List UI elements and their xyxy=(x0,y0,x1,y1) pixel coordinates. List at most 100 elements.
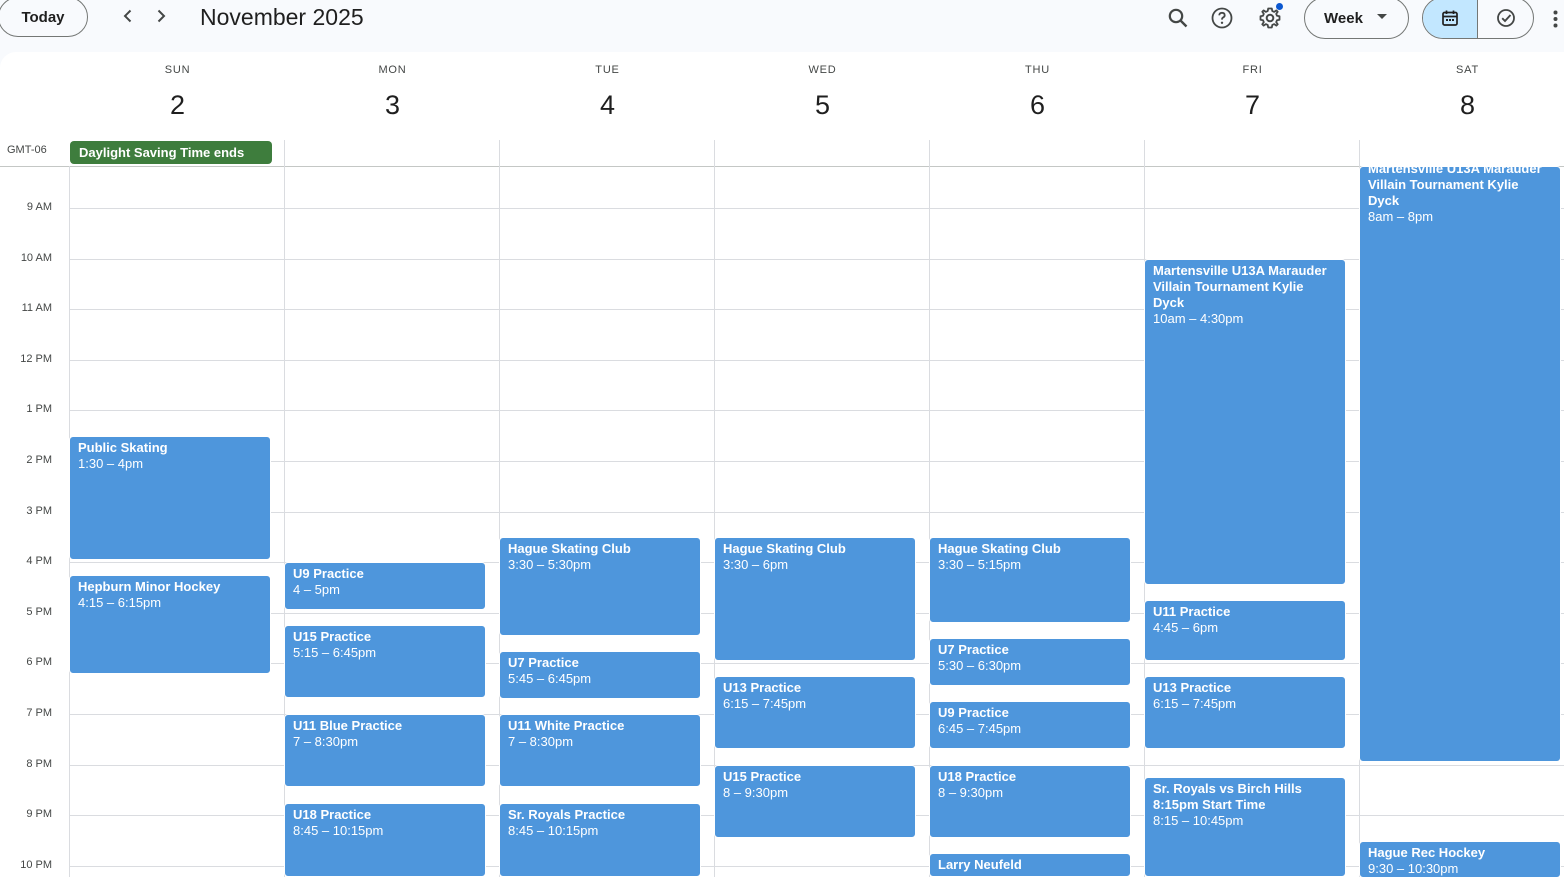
calendar-event[interactable]: Larry Neufeld xyxy=(929,853,1131,877)
event-time: 8:45 – 10:15pm xyxy=(293,823,384,838)
today-button[interactable]: Today xyxy=(0,0,88,37)
view-selector-label: Week xyxy=(1324,9,1363,27)
day-of-week: MON xyxy=(378,64,407,76)
day-header-mon[interactable]: MON 3 xyxy=(285,52,500,140)
day-header-sat[interactable]: SAT 8 xyxy=(1360,52,1564,140)
event-time: 8 – 9:30pm xyxy=(938,785,1004,800)
view-selector[interactable]: Week xyxy=(1304,0,1409,39)
event-title: U15 Practice xyxy=(293,629,372,644)
calendar-event[interactable]: Hague Skating Club 3:30 – 5:30pm xyxy=(499,537,701,636)
calendar-event[interactable]: U9 Practice 4 – 5pm xyxy=(284,562,486,610)
event-time: 1:30 – 4pm xyxy=(78,456,144,471)
day-number[interactable]: 8 xyxy=(1360,90,1564,121)
hour-label: 12 PM xyxy=(20,353,52,365)
hour-label: 3 PM xyxy=(26,505,52,517)
hour-label: 9 PM xyxy=(26,808,52,820)
day-of-week: WED xyxy=(808,64,837,76)
hour-gridline xyxy=(70,208,1564,209)
event-title: Martensville U13A Marauder Villain Tourn… xyxy=(1368,166,1542,208)
event-time: 9:30 – 10:30pm xyxy=(1368,861,1459,876)
calendar-event[interactable]: U13 Practice 6:15 – 7:45pm xyxy=(714,676,916,749)
hour-label: 4 PM xyxy=(26,555,52,567)
event-time: 4 – 5pm xyxy=(293,582,340,597)
day-of-week: SUN xyxy=(164,64,191,76)
event-time: 3:30 – 5:15pm xyxy=(938,557,1022,572)
calendar-event[interactable]: U18 Practice 8:45 – 10:15pm xyxy=(284,803,486,877)
apps-icon xyxy=(1553,10,1558,28)
day-number[interactable]: 2 xyxy=(70,90,285,121)
day-header-tue[interactable]: TUE 4 xyxy=(500,52,715,140)
calendar-event[interactable]: U13 Practice 6:15 – 7:45pm xyxy=(1144,676,1346,749)
day-number[interactable]: 3 xyxy=(285,90,500,121)
event-title: U11 White Practice xyxy=(508,718,625,733)
event-title: Sr. Royals Practice xyxy=(508,807,626,822)
day-number[interactable]: 7 xyxy=(1145,90,1360,121)
event-title: Martensville U13A Marauder Villain Tourn… xyxy=(1153,263,1327,310)
hour-label: 9 AM xyxy=(26,201,52,213)
calendar-event[interactable]: U7 Practice 5:30 – 6:30pm xyxy=(929,638,1131,686)
hour-label: 7 PM xyxy=(26,707,52,719)
event-title: Sr. Royals vs Birch Hills 8:15pm Start T… xyxy=(1153,781,1302,812)
next-week-button[interactable] xyxy=(147,2,175,30)
calendar-event[interactable]: U11 White Practice 7 – 8:30pm xyxy=(499,714,701,787)
event-time: 4:15 – 6:15pm xyxy=(78,595,162,610)
day-number[interactable]: 5 xyxy=(715,90,930,121)
tasks-view-button[interactable] xyxy=(1478,0,1533,38)
notification-dot xyxy=(1276,3,1283,10)
search-icon xyxy=(1168,8,1188,28)
day-header-sun[interactable]: SUN 2 xyxy=(70,52,285,140)
day-number[interactable]: 4 xyxy=(500,90,715,121)
calendar-event[interactable]: U15 Practice 5:15 – 6:45pm xyxy=(284,625,486,698)
chevron-left-icon xyxy=(123,9,132,23)
calendar-view-button[interactable] xyxy=(1423,0,1479,38)
event-time: 8:15 – 10:45pm xyxy=(1153,813,1244,828)
calendar-event[interactable]: Hague Skating Club 3:30 – 6pm xyxy=(714,537,916,661)
event-time: 6:15 – 7:45pm xyxy=(1153,696,1237,711)
event-title: Public Skating xyxy=(78,440,168,455)
event-title: U7 Practice xyxy=(938,642,1009,657)
allday-event[interactable]: Daylight Saving Time ends xyxy=(70,141,272,164)
event-title: Larry Neufeld xyxy=(938,857,1022,872)
event-title: U9 Practice xyxy=(293,566,364,581)
event-time: 7 – 8:30pm xyxy=(508,734,574,749)
day-number[interactable]: 6 xyxy=(930,90,1145,121)
calendar-event[interactable]: U15 Practice 8 – 9:30pm xyxy=(714,765,916,838)
calendar-event[interactable]: U9 Practice 6:45 – 7:45pm xyxy=(929,701,1131,749)
calendar-event[interactable]: Martensville U13A Marauder Villain Tourn… xyxy=(1359,166,1561,762)
previous-week-button[interactable] xyxy=(114,2,142,30)
caret-down-icon xyxy=(1377,14,1387,19)
calendar-event[interactable]: U11 Practice 4:45 – 6pm xyxy=(1144,600,1346,661)
timezone-label: GMT-06 xyxy=(7,144,47,156)
calendar-event[interactable]: Sr. Royals vs Birch Hills 8:15pm Start T… xyxy=(1144,777,1346,877)
event-title: U18 Practice xyxy=(293,807,372,822)
help-button[interactable] xyxy=(1206,2,1238,34)
calendar-event[interactable]: Hague Skating Club 3:30 – 5:15pm xyxy=(929,537,1131,623)
hour-label: 10 PM xyxy=(20,859,52,871)
calendar-event[interactable]: U18 Practice 8 – 9:30pm xyxy=(929,765,1131,838)
calendar-event[interactable]: Public Skating 1:30 – 4pm xyxy=(69,436,271,560)
chevron-right-icon xyxy=(157,9,166,23)
calendar-event[interactable]: Hague Rec Hockey 9:30 – 10:30pm xyxy=(1359,841,1561,877)
hour-label: 2 PM xyxy=(26,454,52,466)
settings-button[interactable] xyxy=(1254,2,1286,34)
calendar-event[interactable]: Martensville U13A Marauder Villain Tourn… xyxy=(1144,259,1346,585)
calendar-event[interactable]: U11 Blue Practice 7 – 8:30pm xyxy=(284,714,486,787)
event-title: U13 Practice xyxy=(723,680,802,695)
help-icon xyxy=(1211,7,1233,29)
day-header-thu[interactable]: THU 6 xyxy=(930,52,1145,140)
top-toolbar: Today November 2025 Week xyxy=(0,0,1564,40)
calendar-event[interactable]: Sr. Royals Practice 8:45 – 10:15pm xyxy=(499,803,701,877)
event-time: 8 – 9:30pm xyxy=(723,785,789,800)
day-header-wed[interactable]: WED 5 xyxy=(715,52,930,140)
event-title: U7 Practice xyxy=(508,655,579,670)
event-title: U15 Practice xyxy=(723,769,802,784)
calendar-event[interactable]: U7 Practice 5:45 – 6:45pm xyxy=(499,651,701,699)
search-button[interactable] xyxy=(1162,2,1194,34)
event-time: 6:45 – 7:45pm xyxy=(938,721,1022,736)
calendar-event[interactable]: Hepburn Minor Hockey 4:15 – 6:15pm xyxy=(69,575,271,674)
hour-label: 5 PM xyxy=(26,606,52,618)
week-grid: GMT-06 Daylight Saving Time ends SUN 2 MON… xyxy=(0,52,1564,877)
day-header-fri[interactable]: FRI 7 xyxy=(1145,52,1360,140)
event-title: U13 Practice xyxy=(1153,680,1232,695)
apps-launcher[interactable] xyxy=(1553,10,1564,33)
